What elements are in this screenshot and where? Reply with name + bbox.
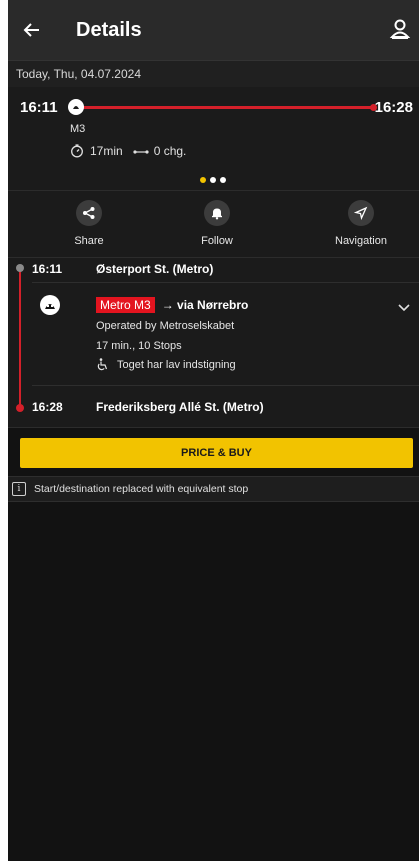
leg-header[interactable]: Metro M3 → via Nørrebro [96, 297, 248, 313]
divider [32, 282, 419, 283]
navigation-label: Navigation [335, 235, 387, 247]
operator-text: Operated by Metroselskabet [96, 320, 235, 332]
divider [32, 385, 419, 386]
pager-dot-2[interactable] [210, 177, 216, 183]
origin-stop[interactable]: Østerport St. (Metro) [96, 262, 213, 276]
bell-icon [204, 200, 230, 226]
metro-start-icon [68, 99, 84, 115]
follow-label: Follow [201, 235, 233, 247]
route-line [78, 106, 374, 109]
notice-text: Start/destination replaced with equivale… [34, 483, 249, 495]
navigation-button[interactable]: Navigation [321, 200, 401, 247]
trip-summary[interactable]: 16:11 16:28 M3 17min 0 chg. [8, 87, 419, 190]
departure-time: 16:11 [20, 99, 58, 116]
arrival-time: 16:28 [374, 99, 413, 116]
follow-button[interactable]: Follow [177, 200, 257, 247]
notice-bar: i Start/destination replaced with equiva… [8, 476, 419, 502]
metro-icon [40, 295, 60, 315]
page-title: Details [76, 18, 142, 41]
action-bar: Share Follow Navigation [8, 190, 419, 257]
origin-time: 16:11 [32, 262, 63, 276]
destination-time: 16:28 [32, 400, 63, 414]
route-rail [19, 270, 21, 410]
app-screen: Details Today, Thu, 04.07.2024 16:11 16:… [8, 0, 419, 861]
accessibility-text: Toget har lav indstigning [117, 358, 236, 371]
duration-row: 17min 0 chg. [70, 144, 186, 158]
accessibility-row: Toget har lav indstigning [96, 358, 236, 371]
wheelchair-icon [96, 358, 109, 371]
share-label: Share [74, 235, 104, 247]
pager-dot-1[interactable] [200, 177, 206, 183]
destination-dot [16, 404, 24, 412]
origin-dot [16, 264, 24, 272]
date-bar: Today, Thu, 04.07.2024 [8, 60, 419, 87]
app-bar: Details [8, 0, 419, 60]
pager-dots[interactable] [200, 177, 226, 183]
arrow-left-icon[interactable] [20, 18, 44, 42]
line-badge: Metro M3 [96, 297, 155, 313]
chevron-down-icon[interactable] [397, 299, 411, 312]
share-icon [76, 200, 102, 226]
price-buy-button[interactable]: PRICE & BUY [20, 438, 413, 468]
timer-icon [70, 144, 84, 158]
itinerary: 16:11 Østerport St. (Metro) Metro M3 → v… [8, 257, 419, 427]
changes-value: 0 chg. [153, 144, 187, 158]
share-button[interactable]: Share [49, 200, 129, 247]
destination-stop[interactable]: Frederiksberg Allé St. (Metro) [96, 400, 264, 414]
stops-text: 17 min., 10 Stops [96, 340, 182, 352]
navigation-icon [348, 200, 374, 226]
transfer-icon [133, 146, 149, 156]
user-location-icon[interactable] [389, 18, 411, 40]
buy-area: PRICE & BUY [8, 427, 419, 476]
info-icon: i [12, 482, 26, 496]
duration-value: 17min [90, 144, 123, 158]
direction-text: → via Nørrebro [161, 298, 249, 312]
line-label: M3 [70, 123, 86, 135]
pager-dot-3[interactable] [220, 177, 226, 183]
